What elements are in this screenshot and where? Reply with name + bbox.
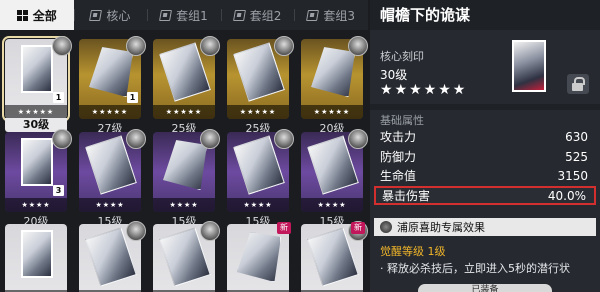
card-title: 帽檐下的诡谋 [370,0,600,30]
star-rating: ★★★★ [227,198,289,212]
card-item[interactable]: ★★★ [227,224,289,292]
attribute-name: 生命值 [380,169,417,183]
tab-label: 套组3 [323,8,355,23]
star-rating: ★★★★ [5,198,67,212]
avatar [380,221,392,233]
detail-panel: 帽檐下的诡谋 核心刻印 30级 ★★★★★★ 基础属性 攻击力 630 防御力 … [370,0,600,292]
attribute-value: 3150 [557,168,588,183]
grid-icon [16,9,28,21]
attribute-name: 暴击伤害 [382,189,431,203]
star-rating: ★★★★ [79,198,141,212]
star-rating: ★★★★★ [153,105,215,119]
star-rating: ★★★★★ [301,105,363,119]
stack-count: 1 [53,92,64,103]
attribute-row-hp: 生命值 3150 [374,166,596,185]
exclusive-skill-header: 浦原喜助专属效果 [374,218,596,236]
card-artwork [89,47,133,97]
section-title: 基础属性 [380,114,424,127]
card-artwork [237,232,281,282]
character-avatar-icon [126,36,146,56]
tab-core[interactable]: 核心 [73,0,148,30]
card-artwork [21,45,53,93]
stack-count: 3 [53,185,64,196]
tab-set1[interactable]: 套组1 [147,0,221,30]
attribute-value: 630 [565,129,588,144]
card-icon [89,9,103,21]
skill-description: · 释放必杀技后，立即进入5秒的潜行状 [380,262,570,275]
tab-set2[interactable]: 套组2 [220,0,295,30]
awaken-level: 觉醒等级 1级 [380,245,446,258]
tab-label: 套组1 [176,8,208,23]
card-grid: 1 ★★★★★ 30级 1 ★★★★★ 27级 ★★★★★ 25级 ★★★★★ 25级 ★★★★★ 2… [0,36,368,292]
lock-icon[interactable] [567,74,589,94]
attribute-value: 40.0% [547,188,586,203]
character-avatar-icon [274,36,294,56]
attribute-row-defense: 防御力 525 [374,147,596,166]
character-avatar-icon [274,129,294,149]
character-avatar-icon [200,129,220,149]
core-label: 核心刻印 [380,50,424,63]
card-icon [306,9,320,21]
attribute-row-crit-damage: 暴击伤害 40.0% [374,186,596,205]
skill-title: 浦原喜助专属效果 [397,221,485,234]
character-avatar-icon [126,221,146,241]
card-icon [232,9,246,21]
attribute-name: 防御力 [380,150,417,164]
tab-all[interactable]: 全部 [0,0,74,30]
card-artwork [21,138,53,186]
card-artwork [512,40,546,92]
card-icon [159,9,173,21]
card-level: 30级 [380,68,408,82]
card-artwork [163,140,207,190]
card-item[interactable]: ★★★ [5,224,67,292]
character-avatar-icon [200,221,220,241]
tab-label: 核心 [106,8,131,23]
attribute-value: 525 [565,149,588,164]
star-rating: ★★★★ [153,198,215,212]
star-rating: ★★★★★ [79,105,141,119]
tab-label: 全部 [32,8,57,23]
new-badge: 新 [351,222,365,234]
character-avatar-icon [52,129,72,149]
stack-count: 1 [127,92,138,103]
character-avatar-icon [348,129,368,149]
filter-tabs: 全部 核心 套组1 套组2 套组3 [0,0,368,30]
star-rating: ★★★★★★ [380,82,468,98]
equipped-button[interactable]: 已装备 [418,284,552,292]
character-avatar-icon [348,36,368,56]
character-avatar-icon [126,129,146,149]
attribute-row-attack: 攻击力 630 [374,127,596,146]
tab-set3[interactable]: 套组3 [294,0,368,30]
character-avatar-icon [52,36,72,56]
card-artwork [21,230,53,278]
card-artwork [311,47,355,97]
character-avatar-icon [200,36,220,56]
tab-label: 套组2 [249,8,282,23]
star-rating: ★★★★ [301,198,363,212]
star-rating: ★★★★★ [227,105,289,119]
new-badge: 新 [277,222,291,234]
divider [370,104,600,110]
star-rating: ★★★★★ [5,105,67,119]
attribute-name: 攻击力 [380,130,417,144]
